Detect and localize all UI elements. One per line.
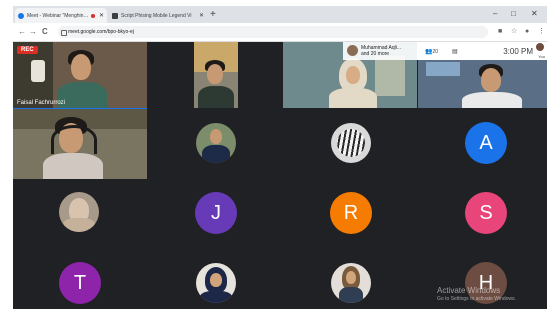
extension-icon[interactable]: ■	[498, 27, 502, 37]
participant-avatar-t[interactable]: T	[59, 262, 101, 304]
participant-photo-avatar[interactable]	[59, 192, 99, 232]
people-count: 20	[432, 48, 439, 55]
participant-face	[210, 273, 222, 287]
self-avatar[interactable]	[536, 43, 544, 51]
address-bar[interactable]: meet.google.com/bpo-bkyo-ej	[58, 26, 488, 38]
rec-badge: REC	[17, 46, 38, 54]
attendee-avatar	[347, 45, 358, 56]
participant-face	[346, 271, 356, 284]
participant-tile-4[interactable]	[418, 60, 547, 108]
participant-face	[210, 129, 222, 144]
participant-body	[43, 153, 103, 179]
participant-avatar-j[interactable]: J	[195, 192, 237, 234]
participant-body	[198, 86, 234, 108]
background-shelf	[375, 56, 405, 96]
attendee-more: and 20 more	[361, 51, 390, 57]
menu-icon[interactable]: ⋮	[538, 27, 545, 37]
participant-body	[462, 92, 522, 108]
participant-tile-5[interactable]	[13, 109, 147, 179]
meet-favicon-icon	[18, 12, 24, 19]
maximize-button[interactable]: □	[511, 8, 516, 20]
participant-avatar-a[interactable]: A	[465, 122, 507, 164]
clock: 3:00 PM	[503, 46, 533, 56]
meet-grid: REC Faisal Fachrurrozi Muhammad Aqli... …	[13, 42, 547, 309]
participant-body	[339, 287, 363, 303]
new-tab-button[interactable]: +	[210, 8, 216, 22]
page-favicon-icon	[112, 12, 118, 19]
bookmark-star-icon[interactable]: ☆	[511, 27, 517, 37]
participant-tile-3[interactable]: Muhammad Aqli... and 20 more	[283, 42, 417, 108]
reload-button[interactable]: C	[42, 26, 48, 38]
close-window-button[interactable]: ✕	[531, 8, 538, 20]
tab-strip: Meet - Webinar "Menghinda ✕ Script Phisi…	[13, 6, 547, 23]
tab-script[interactable]: Script Phising Mobile Legend Vi ✕	[109, 8, 207, 23]
url-text: meet.google.com/bpo-bkyo-ej	[68, 29, 134, 35]
participant-body	[329, 88, 377, 108]
browser-toolbar: ← → C meet.google.com/bpo-bkyo-ej ■ ☆ ● …	[13, 23, 547, 42]
participant-photo-avatar[interactable]	[331, 263, 371, 303]
participant-tile-presenter[interactable]: REC Faisal Fachrurrozi	[13, 42, 147, 110]
profile-icon[interactable]: ●	[525, 27, 529, 37]
background-object	[31, 60, 45, 82]
meet-top-bar: 👥20 ▤ 3:00 PM You	[417, 42, 547, 60]
participant-tile-2[interactable]	[194, 42, 238, 108]
forward-button[interactable]: →	[29, 26, 37, 38]
participant-photo-avatar[interactable]	[196, 123, 236, 163]
recording-indicator-icon	[90, 13, 95, 18]
attendees-badge[interactable]: Muhammad Aqli... and 20 more	[343, 42, 417, 60]
tab-title: Script Phising Mobile Legend Vi	[121, 12, 192, 19]
participant-photo-avatar[interactable]	[196, 263, 236, 303]
participant-body	[200, 291, 232, 303]
tab-title: Meet - Webinar "Menghinda	[27, 12, 89, 19]
you-label: You	[538, 54, 545, 59]
back-button[interactable]: ←	[18, 26, 26, 38]
windows-activation-watermark: Activate Windows Go to Settings to activ…	[437, 286, 516, 302]
watermark-subtitle: Go to Settings to activate Windows.	[437, 296, 516, 302]
participant-face	[481, 68, 501, 92]
watermark-title: Activate Windows	[437, 286, 501, 295]
headphones-icon	[51, 125, 97, 154]
background-window	[426, 62, 460, 76]
tab-meet[interactable]: Meet - Webinar "Menghinda ✕	[15, 8, 107, 23]
participant-face	[346, 66, 360, 84]
browser-window: Meet - Webinar "Menghinda ✕ Script Phisi…	[13, 6, 547, 309]
lock-icon[interactable]	[61, 30, 67, 36]
participant-tiger-avatar[interactable]	[331, 123, 371, 163]
participant-face	[71, 54, 91, 80]
participant-body	[202, 145, 230, 163]
minimize-button[interactable]: –	[493, 8, 497, 20]
participant-body	[63, 218, 95, 232]
tiger-face-icon	[337, 129, 365, 157]
participant-name: Faisal Fachrurrozi	[17, 100, 66, 106]
close-tab-icon[interactable]: ✕	[99, 12, 104, 19]
people-icon[interactable]: 👥20	[425, 48, 438, 55]
participant-avatar-s[interactable]: S	[465, 192, 507, 234]
chat-icon[interactable]: ▤	[452, 48, 458, 55]
close-tab-icon[interactable]: ✕	[199, 12, 204, 19]
participant-face	[207, 64, 223, 84]
participant-avatar-r[interactable]: R	[330, 192, 372, 234]
